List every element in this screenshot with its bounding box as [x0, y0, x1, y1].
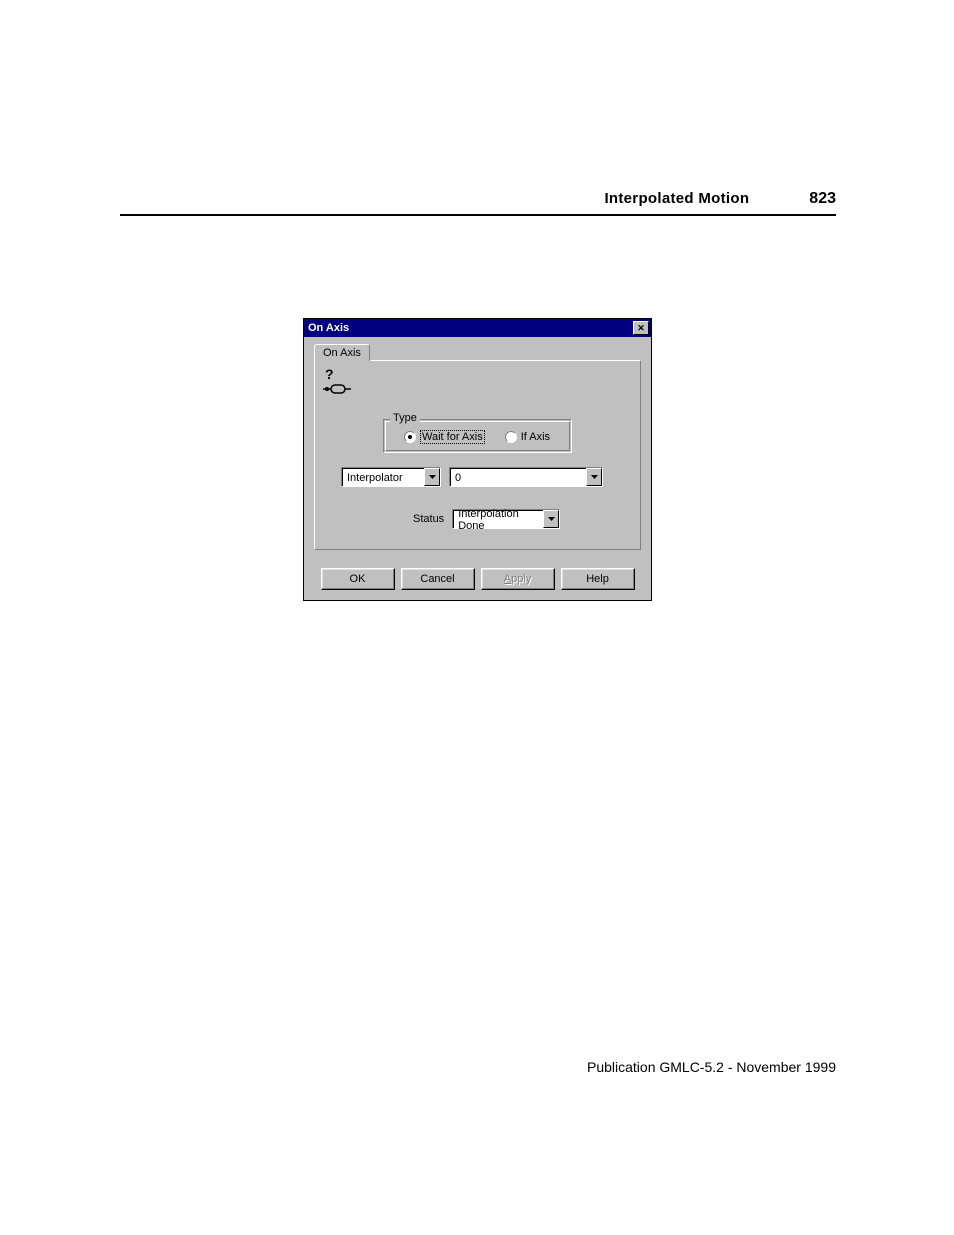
- on-axis-dialog: On Axis ✕ On Axis ? Type: [303, 318, 652, 601]
- radio-row: Wait for Axis If Axis: [404, 430, 563, 444]
- chevron-down-icon[interactable]: [424, 468, 440, 486]
- radio-icon: [505, 431, 517, 443]
- dialog-title: On Axis: [308, 322, 633, 334]
- dialog-body: On Axis ? Type Wait for Axis: [304, 337, 651, 560]
- page-header: Interpolated Motion 823: [120, 190, 836, 216]
- apply-button: Apply: [481, 568, 555, 590]
- help-button[interactable]: Help: [561, 568, 635, 590]
- cancel-button[interactable]: Cancel: [401, 568, 475, 590]
- tab-row: On Axis: [314, 343, 641, 360]
- tab-panel: ? Type Wait for Axis: [314, 360, 641, 550]
- close-icon: ✕: [637, 324, 645, 333]
- block-icon: [323, 383, 632, 395]
- tab-on-axis[interactable]: On Axis: [314, 344, 370, 361]
- interpolator-combo[interactable]: Interpolator: [341, 467, 441, 487]
- close-button[interactable]: ✕: [633, 321, 649, 335]
- radio-if-axis[interactable]: If Axis: [505, 431, 550, 443]
- page-number: 823: [809, 190, 836, 208]
- interpolator-number-combo[interactable]: 0: [449, 467, 603, 487]
- radio-label: If Axis: [521, 431, 550, 443]
- radio-wait-for-axis[interactable]: Wait for Axis: [404, 430, 485, 444]
- status-combo[interactable]: Interpolation Done: [452, 509, 560, 529]
- chevron-down-icon[interactable]: [543, 510, 559, 528]
- combo-value: Interpolation Done: [458, 508, 539, 532]
- combo-value: 0: [455, 472, 461, 484]
- status-row: Status Interpolation Done: [413, 509, 632, 529]
- button-row: OK Cancel Apply Help: [304, 560, 651, 600]
- header-title: Interpolated Motion: [604, 190, 749, 207]
- interpolator-row: Interpolator 0: [341, 467, 632, 487]
- chevron-down-icon[interactable]: [586, 468, 602, 486]
- status-label: Status: [413, 513, 444, 525]
- publication-footer: Publication GMLC-5.2 - November 1999: [587, 1059, 836, 1075]
- type-groupbox: Type Wait for Axis If Axis: [383, 419, 572, 453]
- ok-button[interactable]: OK: [321, 568, 395, 590]
- radio-label: Wait for Axis: [420, 430, 485, 444]
- titlebar[interactable]: On Axis ✕: [304, 319, 651, 337]
- group-legend: Type: [390, 412, 420, 424]
- tab-label: On Axis: [323, 347, 361, 359]
- radio-icon: [404, 431, 416, 443]
- help-icon[interactable]: ?: [325, 367, 632, 381]
- combo-value: Interpolator: [347, 472, 403, 484]
